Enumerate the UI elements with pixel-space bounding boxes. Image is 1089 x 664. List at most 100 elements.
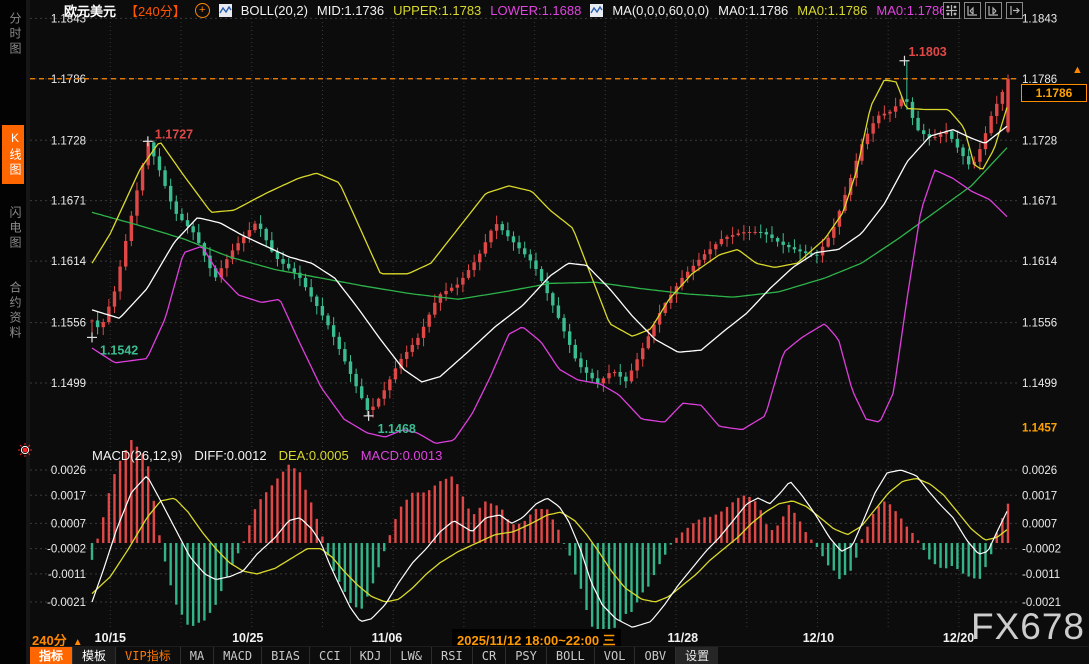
x-axis-label: 11/06 [372, 631, 403, 645]
indicator-tab[interactable]: CCI [309, 647, 350, 664]
indicator-tab[interactable]: 指标 [30, 647, 72, 664]
candle-body [894, 106, 897, 111]
candle-body [489, 231, 492, 243]
indicator-tab[interactable]: VIP指标 [115, 647, 180, 664]
macd-histogram-bar [557, 530, 559, 543]
left-sidebar: 分时图 K线图闪电图合约资料 [0, 0, 26, 664]
candle-body [450, 288, 453, 291]
indicator-tab[interactable]: MA [180, 647, 213, 664]
candle-body [793, 247, 796, 249]
sidebar-tab-3[interactable]: 闪电图 [2, 200, 24, 257]
candle-body [102, 322, 105, 327]
macd-histogram-bar [518, 524, 520, 543]
indicator-tab[interactable]: MACD [213, 647, 261, 664]
macd-histogram-bar [158, 535, 160, 543]
candle-body [388, 379, 391, 390]
scroll-up-arrow-icon[interactable]: ▲ [1072, 64, 1083, 76]
indicator-tab[interactable]: BIAS [261, 647, 309, 664]
price-axis-label-right: 1.1614 [1022, 256, 1058, 268]
candle-body [411, 345, 414, 352]
macd-histogram-bar [501, 510, 503, 543]
candle-body [242, 237, 245, 244]
macd-histogram-bar [192, 543, 194, 626]
indicator-tab[interactable]: VOL [594, 647, 635, 664]
macd-histogram-bar [383, 543, 385, 551]
macd-histogram-bar [726, 507, 728, 543]
zoom-out-icon[interactable] [985, 2, 1002, 19]
candle-body [703, 254, 706, 260]
candle-body [501, 224, 504, 230]
macd-histogram-bar [765, 524, 767, 543]
macd-histogram-bar [231, 543, 233, 565]
candle-body [394, 368, 397, 379]
candle-body [405, 352, 408, 359]
indicator-tab[interactable]: PSY [505, 647, 546, 664]
price-axis-label-right: 1.1499 [1022, 378, 1057, 390]
indicator-tab[interactable]: 设置 [675, 647, 718, 664]
macd-histogram-bar [422, 492, 424, 543]
candle-body [978, 149, 981, 162]
candle-body [163, 170, 166, 186]
candle-body [692, 266, 695, 272]
candle-body [315, 297, 318, 306]
macd-histogram-bar [821, 543, 823, 556]
macd-histogram-bar [647, 543, 649, 587]
indicator-tab[interactable]: BOLL [546, 647, 594, 664]
candle-body [427, 315, 430, 327]
macd-histogram-bar [804, 532, 806, 543]
candle-body [888, 112, 891, 114]
candle-body [343, 349, 346, 361]
boll-indicator-icon[interactable] [219, 4, 232, 17]
pan-right-icon[interactable] [1006, 2, 1023, 19]
sidebar-tab-1[interactable]: 分时图 [2, 6, 24, 63]
macd-histogram-bar [658, 543, 660, 564]
price-annotation: 1.1468 [378, 422, 416, 436]
macd-histogram-bar [816, 543, 818, 547]
macd-histogram-bar [934, 543, 936, 564]
macd-histogram-bar [125, 450, 127, 543]
indicator-tab[interactable]: LW& [390, 647, 431, 664]
candle-body [613, 372, 616, 373]
macd-histogram-bar [495, 505, 497, 543]
candle-body [742, 232, 745, 233]
candle-body [551, 293, 554, 305]
macd-axis-label-right: 0.0026 [1022, 465, 1057, 477]
macd-histogram-bar [254, 509, 256, 543]
macd-histogram-bar [237, 543, 239, 553]
zoom-in-icon[interactable] [964, 2, 981, 19]
indicator-tab[interactable]: CR [472, 647, 505, 664]
trading-app-window: 分时图K线图闪电图合约资料 欧元美元 【240分】 + BOLL(20,2) M… [0, 0, 1089, 664]
price-annotation: 1.1727 [155, 127, 193, 141]
candle-body [259, 224, 262, 229]
indicator-tab-bar: 指标模板VIP指标MAMACDBIASCCIKDJLW&RSICRPSYBOLL… [30, 646, 1089, 664]
add-indicator-icon[interactable]: + [195, 3, 210, 18]
candle-body [596, 378, 599, 383]
macd-header: MACD(26,12,9) DIFF:0.0012 DEA:0.0005 MAC… [92, 448, 442, 463]
indicator-tab[interactable]: 模板 [72, 647, 115, 664]
macd-histogram-bar [928, 543, 930, 559]
indicator-tab[interactable]: OBV [634, 647, 675, 664]
candle-body [770, 235, 773, 239]
indicator-tab[interactable]: RSI [431, 647, 472, 664]
price-axis-label-left: 1.1671 [51, 196, 86, 208]
macd-histogram-bar [653, 543, 655, 575]
chart-canvas[interactable]: 1.18431.18431.17861.17861.17281.17281.16… [0, 0, 1089, 664]
macd-histogram-bar [945, 543, 947, 568]
macd-histogram-bar [951, 543, 953, 566]
macd-axis-label-right: 0.0007 [1022, 518, 1057, 530]
candle-body [360, 386, 363, 398]
macd-histogram-bar [827, 543, 829, 565]
candle-body [433, 303, 436, 315]
ma-indicator-icon[interactable] [590, 4, 603, 17]
crosshair-icon[interactable] [943, 2, 960, 19]
indicator-tab[interactable]: KDJ [350, 647, 391, 664]
macd-histogram-bar [1007, 504, 1009, 543]
macd-histogram-bar [456, 484, 458, 543]
macd-histogram-bar [411, 493, 413, 543]
sidebar-tab-4[interactable]: 合约资料 [2, 275, 24, 347]
candle-body [540, 269, 543, 281]
macd-histogram-bar [686, 528, 688, 543]
macd-histogram-bar [855, 543, 857, 558]
sidebar-tab-2[interactable]: K线图 [2, 125, 24, 184]
macd-histogram-bar [883, 502, 885, 544]
